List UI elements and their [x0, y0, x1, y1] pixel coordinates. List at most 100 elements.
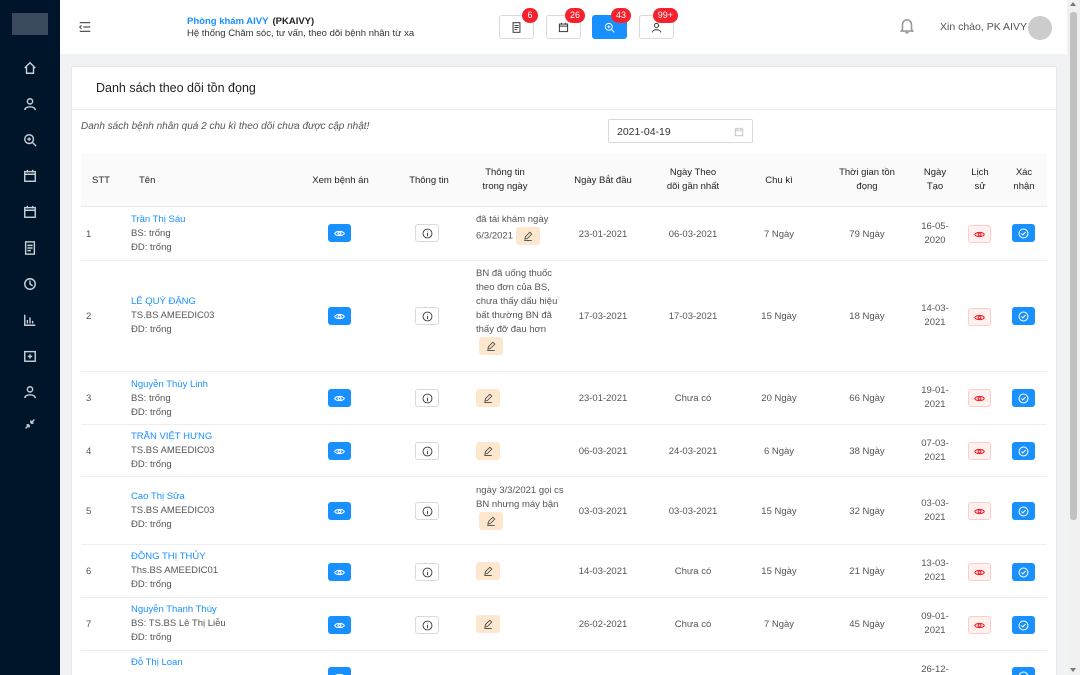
info-button[interactable] — [415, 389, 439, 407]
patient-info: Nguyễn Thanh Thúy BS: TS.BS Lê Thị Liễu … — [131, 603, 226, 645]
table-row: 3 Nguyễn Thùy Linh BS: trống ĐD: trống 2… — [81, 372, 1047, 425]
th-pending: Thời gian tồn đọng — [839, 167, 895, 192]
confirm-button[interactable] — [1012, 667, 1035, 675]
table-row: 4 TRẦN VIỆT HƯNG TS.BS AMEEDIC03 ĐD: trố… — [81, 425, 1047, 477]
logo[interactable] — [12, 13, 48, 35]
daily-note: ngày 3/3/2021 gọi cs BN nhưng máy bận — [476, 484, 566, 530]
info-button[interactable] — [415, 563, 439, 581]
edit-note-button[interactable] — [476, 442, 500, 460]
pending-time: 18 Ngày — [849, 311, 885, 322]
view-record-button[interactable] — [328, 616, 351, 634]
scroll-up-arrow[interactable] — [1070, 2, 1076, 6]
history-button[interactable] — [968, 502, 991, 520]
patient-name-link[interactable]: Cao Thị Sửa — [131, 490, 214, 504]
patient-name-link[interactable]: LÊ QUÝ ĐẶNG — [131, 295, 214, 309]
patient-name-link[interactable]: Nguyễn Thanh Thúy — [131, 603, 226, 617]
edit-note-button[interactable] — [476, 615, 500, 633]
view-record-button[interactable] — [328, 563, 351, 581]
confirm-button[interactable] — [1012, 616, 1035, 634]
patient-name-link[interactable]: Đỗ Thị Loan — [131, 656, 183, 670]
edit-note-button[interactable] — [476, 389, 500, 407]
history-button[interactable] — [968, 225, 991, 243]
search-plus-icon[interactable] — [20, 130, 40, 150]
row-stt: 6 — [86, 566, 92, 577]
latest-date: Chưa có — [674, 566, 712, 577]
avatar[interactable] — [1028, 16, 1052, 40]
view-record-button[interactable] — [328, 442, 351, 460]
start-date: 26-02-2021 — [578, 619, 628, 630]
user-icon[interactable] — [20, 382, 40, 402]
latest-date: 06-03-2021 — [668, 229, 718, 240]
patients-button[interactable]: 99+ — [639, 8, 678, 39]
eye-icon — [974, 231, 985, 237]
edit-note-button[interactable] — [479, 337, 503, 355]
medical-case-icon[interactable] — [20, 346, 40, 366]
edit-note-button[interactable] — [479, 512, 503, 530]
daily-note — [473, 615, 563, 633]
check-circle-icon — [1018, 311, 1029, 321]
pending-time: 79 Ngày — [849, 229, 885, 240]
daily-note: đã tái khám ngày 6/3/2021 — [476, 213, 566, 245]
row-stt: 2 — [86, 311, 92, 322]
cycle: 7 Ngày — [763, 229, 795, 240]
info-button[interactable] — [415, 616, 439, 634]
history-button[interactable] — [968, 616, 991, 634]
pencil-icon — [524, 231, 533, 241]
view-record-button[interactable] — [328, 389, 351, 407]
confirm-button[interactable] — [1012, 389, 1035, 407]
calendar-icon[interactable] — [20, 202, 40, 222]
info-button[interactable] — [415, 307, 439, 325]
bar-chart-icon[interactable] — [20, 310, 40, 330]
scrollbar[interactable] — [1067, 0, 1080, 675]
confirm-button[interactable] — [1012, 307, 1035, 325]
history-button[interactable] — [968, 389, 991, 407]
scroll-thumb[interactable] — [1070, 12, 1077, 520]
menu-toggle-icon[interactable] — [78, 20, 94, 34]
history-button[interactable] — [968, 308, 991, 326]
info-button[interactable] — [415, 224, 439, 242]
history-button[interactable] — [968, 563, 991, 581]
th-info: Thông tin — [409, 175, 449, 186]
cycle: 20 Ngày — [761, 393, 797, 404]
file-list-icon[interactable] — [20, 238, 40, 258]
latest-date: 03-03-2021 — [668, 506, 718, 517]
doctor-text: TS.BS AMEEDIC03 — [131, 445, 215, 456]
created-date: 03-03- 2021 — [921, 498, 949, 523]
patient-name-link[interactable]: Nguyễn Thùy Linh — [131, 378, 208, 392]
edit-note-button[interactable] — [476, 562, 500, 580]
home-icon[interactable] — [20, 58, 40, 78]
clinic-subtitle: Hệ thống Chăm sóc, tư vấn, theo dõi bệnh… — [187, 28, 415, 39]
row-stt: 5 — [86, 506, 92, 517]
calendar-button[interactable]: 26 — [546, 8, 585, 39]
confirm-button[interactable] — [1012, 563, 1035, 581]
user-icon[interactable] — [20, 94, 40, 114]
confirm-button[interactable] — [1012, 442, 1035, 460]
divider — [72, 109, 1056, 110]
calendar-icon[interactable] — [20, 166, 40, 186]
patient-name-link[interactable]: TRẦN VIỆT HƯNG — [131, 430, 214, 444]
history-icon[interactable] — [20, 274, 40, 294]
confirm-button[interactable] — [1012, 502, 1035, 520]
pending-time: 32 Ngày — [849, 506, 885, 517]
th-name: Tên — [139, 175, 156, 186]
search-plus-button[interactable]: 43 — [592, 8, 631, 39]
view-record-button[interactable] — [328, 667, 351, 675]
edit-note-button[interactable] — [515, 227, 540, 245]
info-button[interactable] — [415, 442, 439, 460]
history-button[interactable] — [968, 442, 991, 460]
bell-icon[interactable] — [898, 17, 918, 37]
patient-name-link[interactable]: Trần Thị Sáu — [131, 213, 185, 227]
badge: 99+ — [652, 8, 678, 23]
latest-date: Chưa có — [674, 619, 712, 630]
scroll-down-arrow[interactable] — [1070, 668, 1076, 672]
view-record-button[interactable] — [328, 307, 351, 325]
date-picker[interactable]: 2021-04-19 — [608, 119, 753, 143]
doctor-text: BS: trống — [131, 393, 171, 404]
info-button[interactable] — [415, 502, 439, 520]
tasks-button[interactable]: 6 — [499, 8, 538, 39]
view-record-button[interactable] — [328, 502, 351, 520]
patient-name-link[interactable]: ĐỒNG THỊ THỦY — [131, 550, 218, 564]
confirm-button[interactable] — [1012, 224, 1035, 242]
collapse-arrows-icon[interactable] — [20, 414, 40, 434]
view-record-button[interactable] — [328, 224, 351, 242]
